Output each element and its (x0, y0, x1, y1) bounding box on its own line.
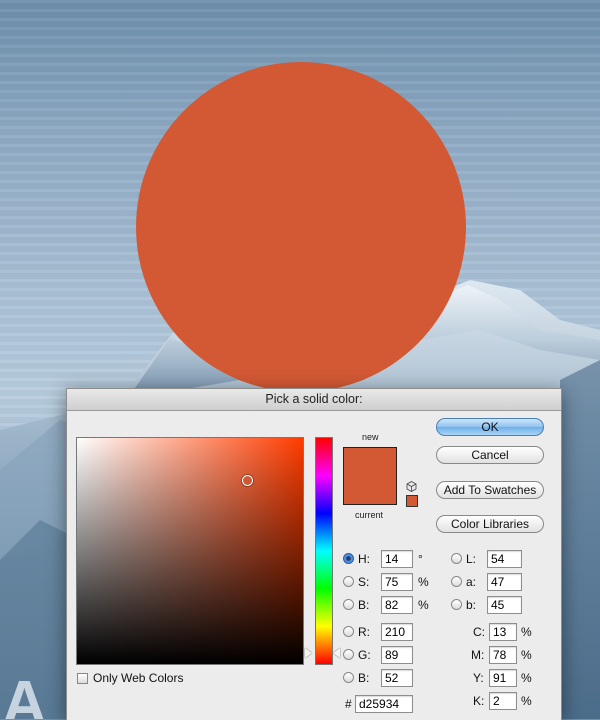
only-web-colors-checkbox[interactable] (77, 673, 88, 684)
magenta-unit: % (521, 648, 532, 662)
orange-circle (136, 62, 466, 392)
out-of-web-gamut-cube-icon[interactable] (406, 481, 417, 492)
green-row: G: (343, 646, 433, 664)
lab-b-radio[interactable] (451, 599, 462, 610)
ok-button[interactable]: OK (436, 418, 544, 436)
black-row: K: % (467, 692, 547, 710)
blue-row: B: (343, 669, 433, 687)
new-label: new (362, 432, 379, 442)
blue-label: B: (358, 671, 370, 685)
green-label: G: (358, 648, 371, 662)
magenta-label: M: (471, 648, 485, 662)
blue-radio[interactable] (343, 672, 354, 683)
saturation-input[interactable] (381, 573, 413, 591)
yellow-label: Y: (473, 671, 484, 685)
lab-l-input[interactable] (487, 550, 522, 568)
lab-a-row: a: (451, 573, 541, 591)
new-color-swatch (343, 447, 397, 505)
red-row: R: (343, 623, 433, 641)
red-label: R: (358, 625, 370, 639)
lab-b-row: b: (451, 596, 541, 614)
lab-b-input[interactable] (487, 596, 522, 614)
brightness-row: B: % (343, 596, 433, 614)
field-black-layer (77, 438, 303, 664)
color-picker-dialog: Pick a solid color: new current OK Cance… (66, 388, 562, 720)
lab-a-radio[interactable] (451, 576, 462, 587)
color-libraries-button[interactable]: Color Libraries (436, 515, 544, 533)
black-input[interactable] (489, 692, 517, 710)
lab-l-radio[interactable] (451, 553, 462, 564)
hue-slider[interactable] (315, 437, 333, 665)
saturation-label: S: (358, 575, 370, 589)
dialog-title: Pick a solid color: (67, 389, 561, 411)
red-radio[interactable] (343, 626, 354, 637)
hue-input[interactable] (381, 550, 413, 568)
background-partial-text: A (2, 669, 53, 719)
hue-unit: ° (418, 552, 423, 566)
cancel-button[interactable]: Cancel (436, 446, 544, 464)
red-input[interactable] (381, 623, 413, 641)
current-label: current (355, 510, 384, 520)
saturation-unit: % (418, 575, 429, 589)
green-radio[interactable] (343, 649, 354, 660)
brightness-label: B: (358, 598, 370, 612)
brightness-unit: % (418, 598, 429, 612)
cyan-row: C: % (467, 623, 547, 641)
yellow-input[interactable] (489, 669, 517, 687)
hue-label: H: (358, 552, 370, 566)
lab-l-row: L: (451, 550, 541, 568)
blue-input[interactable] (381, 669, 413, 687)
lab-b-label: b: (466, 598, 477, 612)
brightness-radio[interactable] (343, 599, 354, 610)
cyan-input[interactable] (489, 623, 517, 641)
hue-radio[interactable] (343, 553, 354, 564)
cyan-unit: % (521, 625, 532, 639)
add-to-swatches-button[interactable]: Add To Swatches (436, 481, 544, 499)
yellow-row: Y: % (467, 669, 547, 687)
hue-slider-handle-right[interactable] (333, 648, 340, 658)
lab-a-input[interactable] (487, 573, 522, 591)
black-label: K: (473, 694, 485, 708)
lab-l-label: L: (466, 552, 477, 566)
cyan-label: C: (473, 625, 485, 639)
saturation-row: S: % (343, 573, 433, 591)
lab-a-label: a: (466, 575, 477, 589)
magenta-input[interactable] (489, 646, 517, 664)
brightness-input[interactable] (381, 596, 413, 614)
hue-row: H: ° (343, 550, 433, 568)
hue-slider-handle-left[interactable] (305, 648, 312, 658)
hex-label: # (345, 697, 352, 711)
hex-input[interactable] (355, 695, 413, 713)
saturation-radio[interactable] (343, 576, 354, 587)
black-unit: % (521, 694, 532, 708)
green-input[interactable] (381, 646, 413, 664)
saturation-brightness-field[interactable] (76, 437, 304, 665)
magenta-row: M: % (467, 646, 547, 664)
web-safe-color-swatch[interactable] (406, 495, 418, 507)
color-picker-ring[interactable] (242, 475, 253, 486)
hex-row: # (345, 695, 435, 713)
yellow-unit: % (521, 671, 532, 685)
only-web-colors-label[interactable]: Only Web Colors (93, 671, 183, 685)
